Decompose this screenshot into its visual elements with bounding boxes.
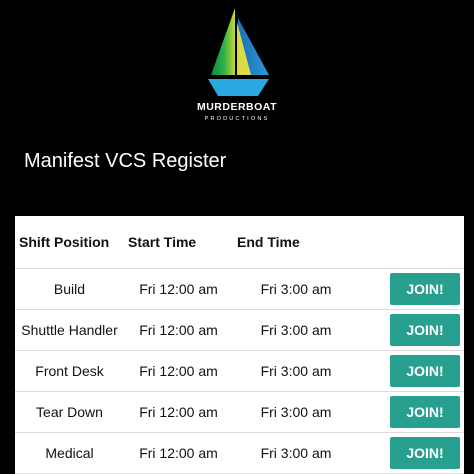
header-start-time: Start Time <box>124 216 233 269</box>
join-button[interactable]: JOIN! <box>390 437 460 469</box>
end-time: Fri 3:00 am <box>233 432 359 474</box>
sailboat-logo-icon <box>208 8 269 96</box>
shift-position: Shuttle Handler <box>15 309 124 351</box>
join-button[interactable]: JOIN! <box>390 314 460 346</box>
start-time: Fri 12:00 am <box>124 350 233 392</box>
end-time: Fri 3:00 am <box>233 350 359 392</box>
table-row: Tear Down Fri 12:00 am Fri 3:00 am JOIN! <box>15 391 464 433</box>
header-shift-position: Shift Position <box>15 216 124 269</box>
header-action <box>359 216 464 269</box>
table-row: Front Desk Fri 12:00 am Fri 3:00 am JOIN… <box>15 350 464 392</box>
start-time: Fri 12:00 am <box>124 268 233 310</box>
brand-subtitle: PRODUCTIONS <box>204 116 270 122</box>
end-time: Fri 3:00 am <box>233 268 359 310</box>
shift-position: Build <box>15 268 124 310</box>
table-row: Build Fri 12:00 am Fri 3:00 am JOIN! <box>15 268 464 310</box>
table-row: Medical Fri 12:00 am Fri 3:00 am JOIN! <box>15 432 464 474</box>
shift-table-card: Shift Position Start Time End Time Build… <box>15 216 464 474</box>
shift-position: Tear Down <box>15 391 124 433</box>
header-end-time: End Time <box>233 216 359 269</box>
join-button[interactable]: JOIN! <box>390 396 460 428</box>
start-time: Fri 12:00 am <box>124 391 233 433</box>
join-button[interactable]: JOIN! <box>390 273 460 305</box>
end-time: Fri 3:00 am <box>233 391 359 433</box>
start-time: Fri 12:00 am <box>124 309 233 351</box>
page-title: Manifest VCS Register <box>24 150 227 172</box>
join-button[interactable]: JOIN! <box>390 355 460 387</box>
logo: MURDERBOAT PRODUCTIONS <box>0 0 474 135</box>
start-time: Fri 12:00 am <box>124 432 233 474</box>
end-time: Fri 3:00 am <box>233 309 359 351</box>
table-row: Shuttle Handler Fri 12:00 am Fri 3:00 am… <box>15 309 464 351</box>
shift-table: Shift Position Start Time End Time Build… <box>15 216 464 474</box>
brand-name: MURDERBOAT <box>196 101 278 113</box>
table-header-row: Shift Position Start Time End Time <box>15 216 464 269</box>
shift-position: Front Desk <box>15 350 124 392</box>
shift-position: Medical <box>15 432 124 474</box>
